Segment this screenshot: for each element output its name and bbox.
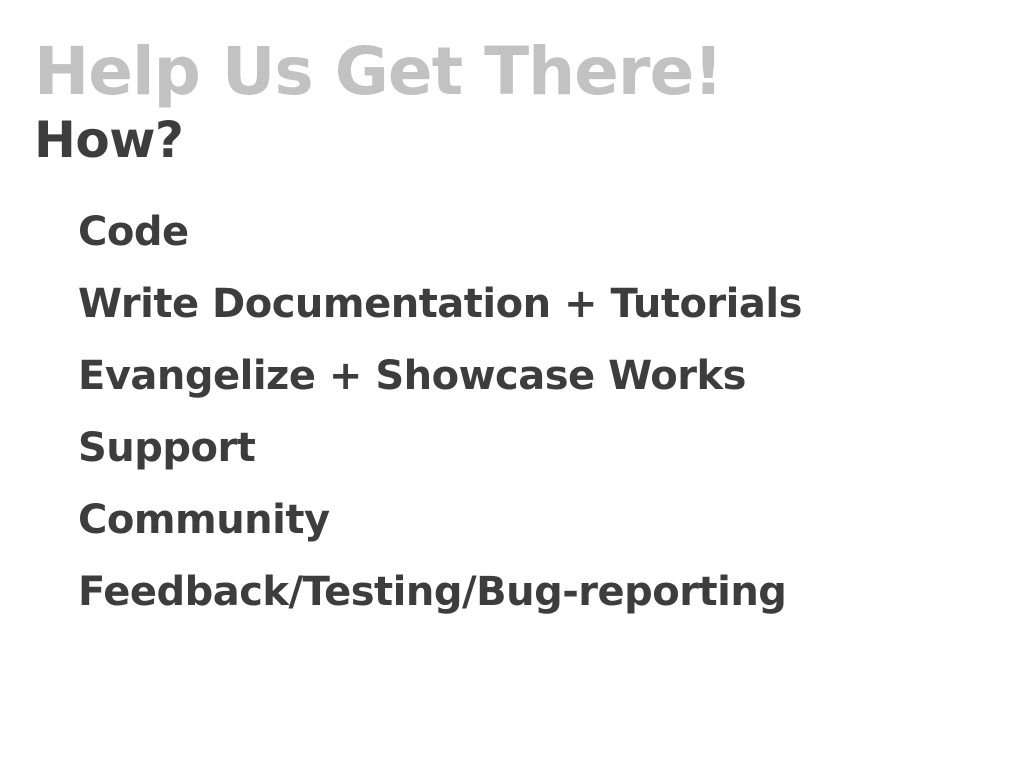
- slide: Help Us Get There! How? Code Write Docum…: [0, 0, 1024, 768]
- list-item-support: Support: [78, 425, 256, 471]
- item-list: Code Write Documentation + Tutorials Eva…: [78, 196, 990, 628]
- list-item-evangelize: Evangelize + Showcase Works: [78, 353, 746, 399]
- list-item-documentation: Write Documentation + Tutorials: [78, 281, 802, 327]
- list-item-community: Community: [78, 497, 330, 543]
- slide-title: Help Us Get There!: [34, 33, 723, 110]
- slide-subtitle: How?: [34, 111, 184, 169]
- list-item-feedback: Feedback/Testing/Bug-reporting: [78, 569, 787, 615]
- list-item-code: Code: [78, 209, 189, 255]
